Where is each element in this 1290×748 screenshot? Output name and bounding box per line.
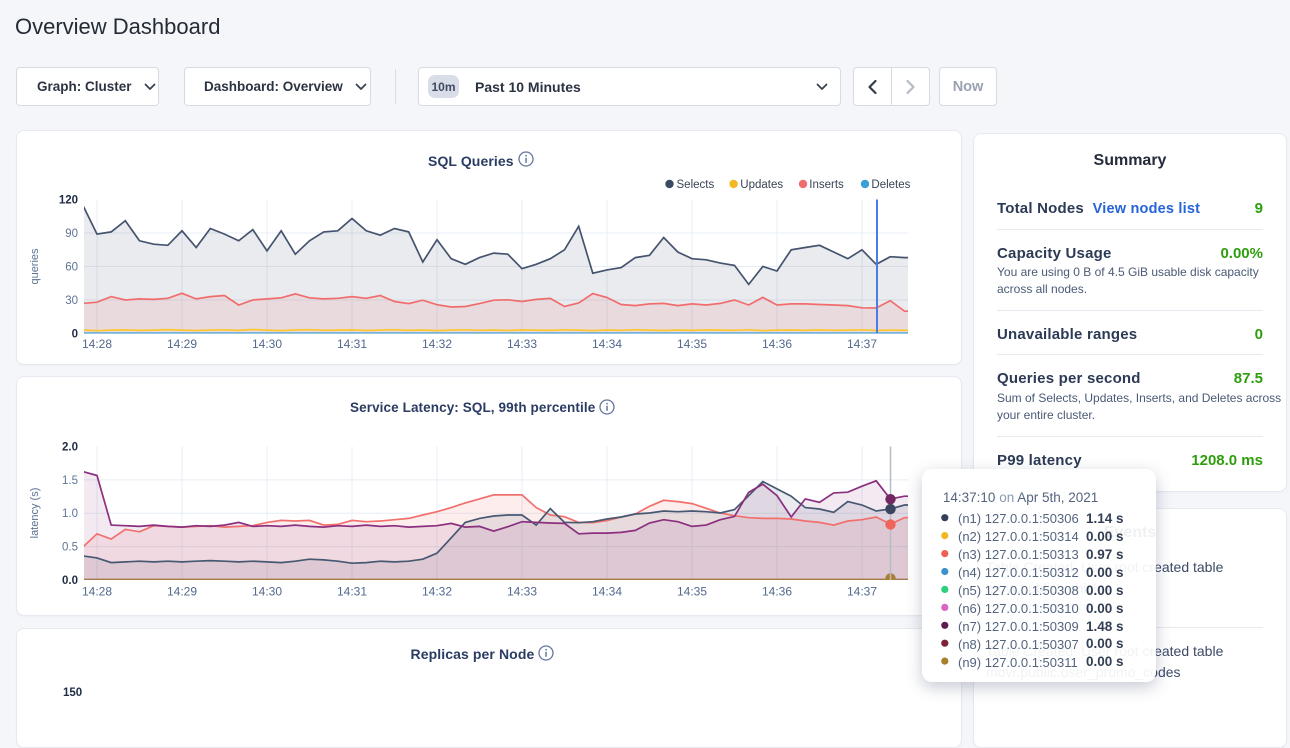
svg-text:14:30: 14:30 <box>252 337 282 351</box>
svg-text:14:33: 14:33 <box>507 337 537 351</box>
svg-text:1.0: 1.0 <box>62 508 78 520</box>
svg-text:queries: queries <box>29 248 41 285</box>
svg-text:120: 120 <box>59 195 78 207</box>
svg-text:14:31: 14:31 <box>337 337 367 351</box>
svg-text:0.0: 0.0 <box>62 575 78 587</box>
svg-text:14:34: 14:34 <box>592 337 622 351</box>
svg-text:14:34: 14:34 <box>592 585 622 599</box>
svg-text:30: 30 <box>65 295 78 307</box>
svg-text:14:29: 14:29 <box>167 337 197 351</box>
svg-text:14:31: 14:31 <box>337 585 367 599</box>
svg-text:14:28: 14:28 <box>82 585 112 599</box>
svg-text:14:33: 14:33 <box>507 585 537 599</box>
svg-text:14:35: 14:35 <box>677 337 707 351</box>
svg-text:14:37: 14:37 <box>847 585 877 599</box>
svg-text:latency (s): latency (s) <box>29 488 41 539</box>
svg-text:1.5: 1.5 <box>62 475 78 487</box>
svg-text:14:30: 14:30 <box>252 585 282 599</box>
svg-text:14:36: 14:36 <box>762 585 792 599</box>
svg-text:60: 60 <box>65 262 78 274</box>
svg-text:14:37: 14:37 <box>847 337 877 351</box>
svg-text:0.5: 0.5 <box>62 542 78 554</box>
svg-text:14:32: 14:32 <box>422 337 452 351</box>
svg-text:90: 90 <box>65 228 78 240</box>
svg-text:0: 0 <box>72 329 78 341</box>
svg-text:14:35: 14:35 <box>677 585 707 599</box>
svg-text:14:32: 14:32 <box>422 585 452 599</box>
svg-text:14:28: 14:28 <box>82 337 112 351</box>
svg-text:14:36: 14:36 <box>762 337 792 351</box>
svg-text:14:29: 14:29 <box>167 585 197 599</box>
svg-text:2.0: 2.0 <box>62 442 78 454</box>
